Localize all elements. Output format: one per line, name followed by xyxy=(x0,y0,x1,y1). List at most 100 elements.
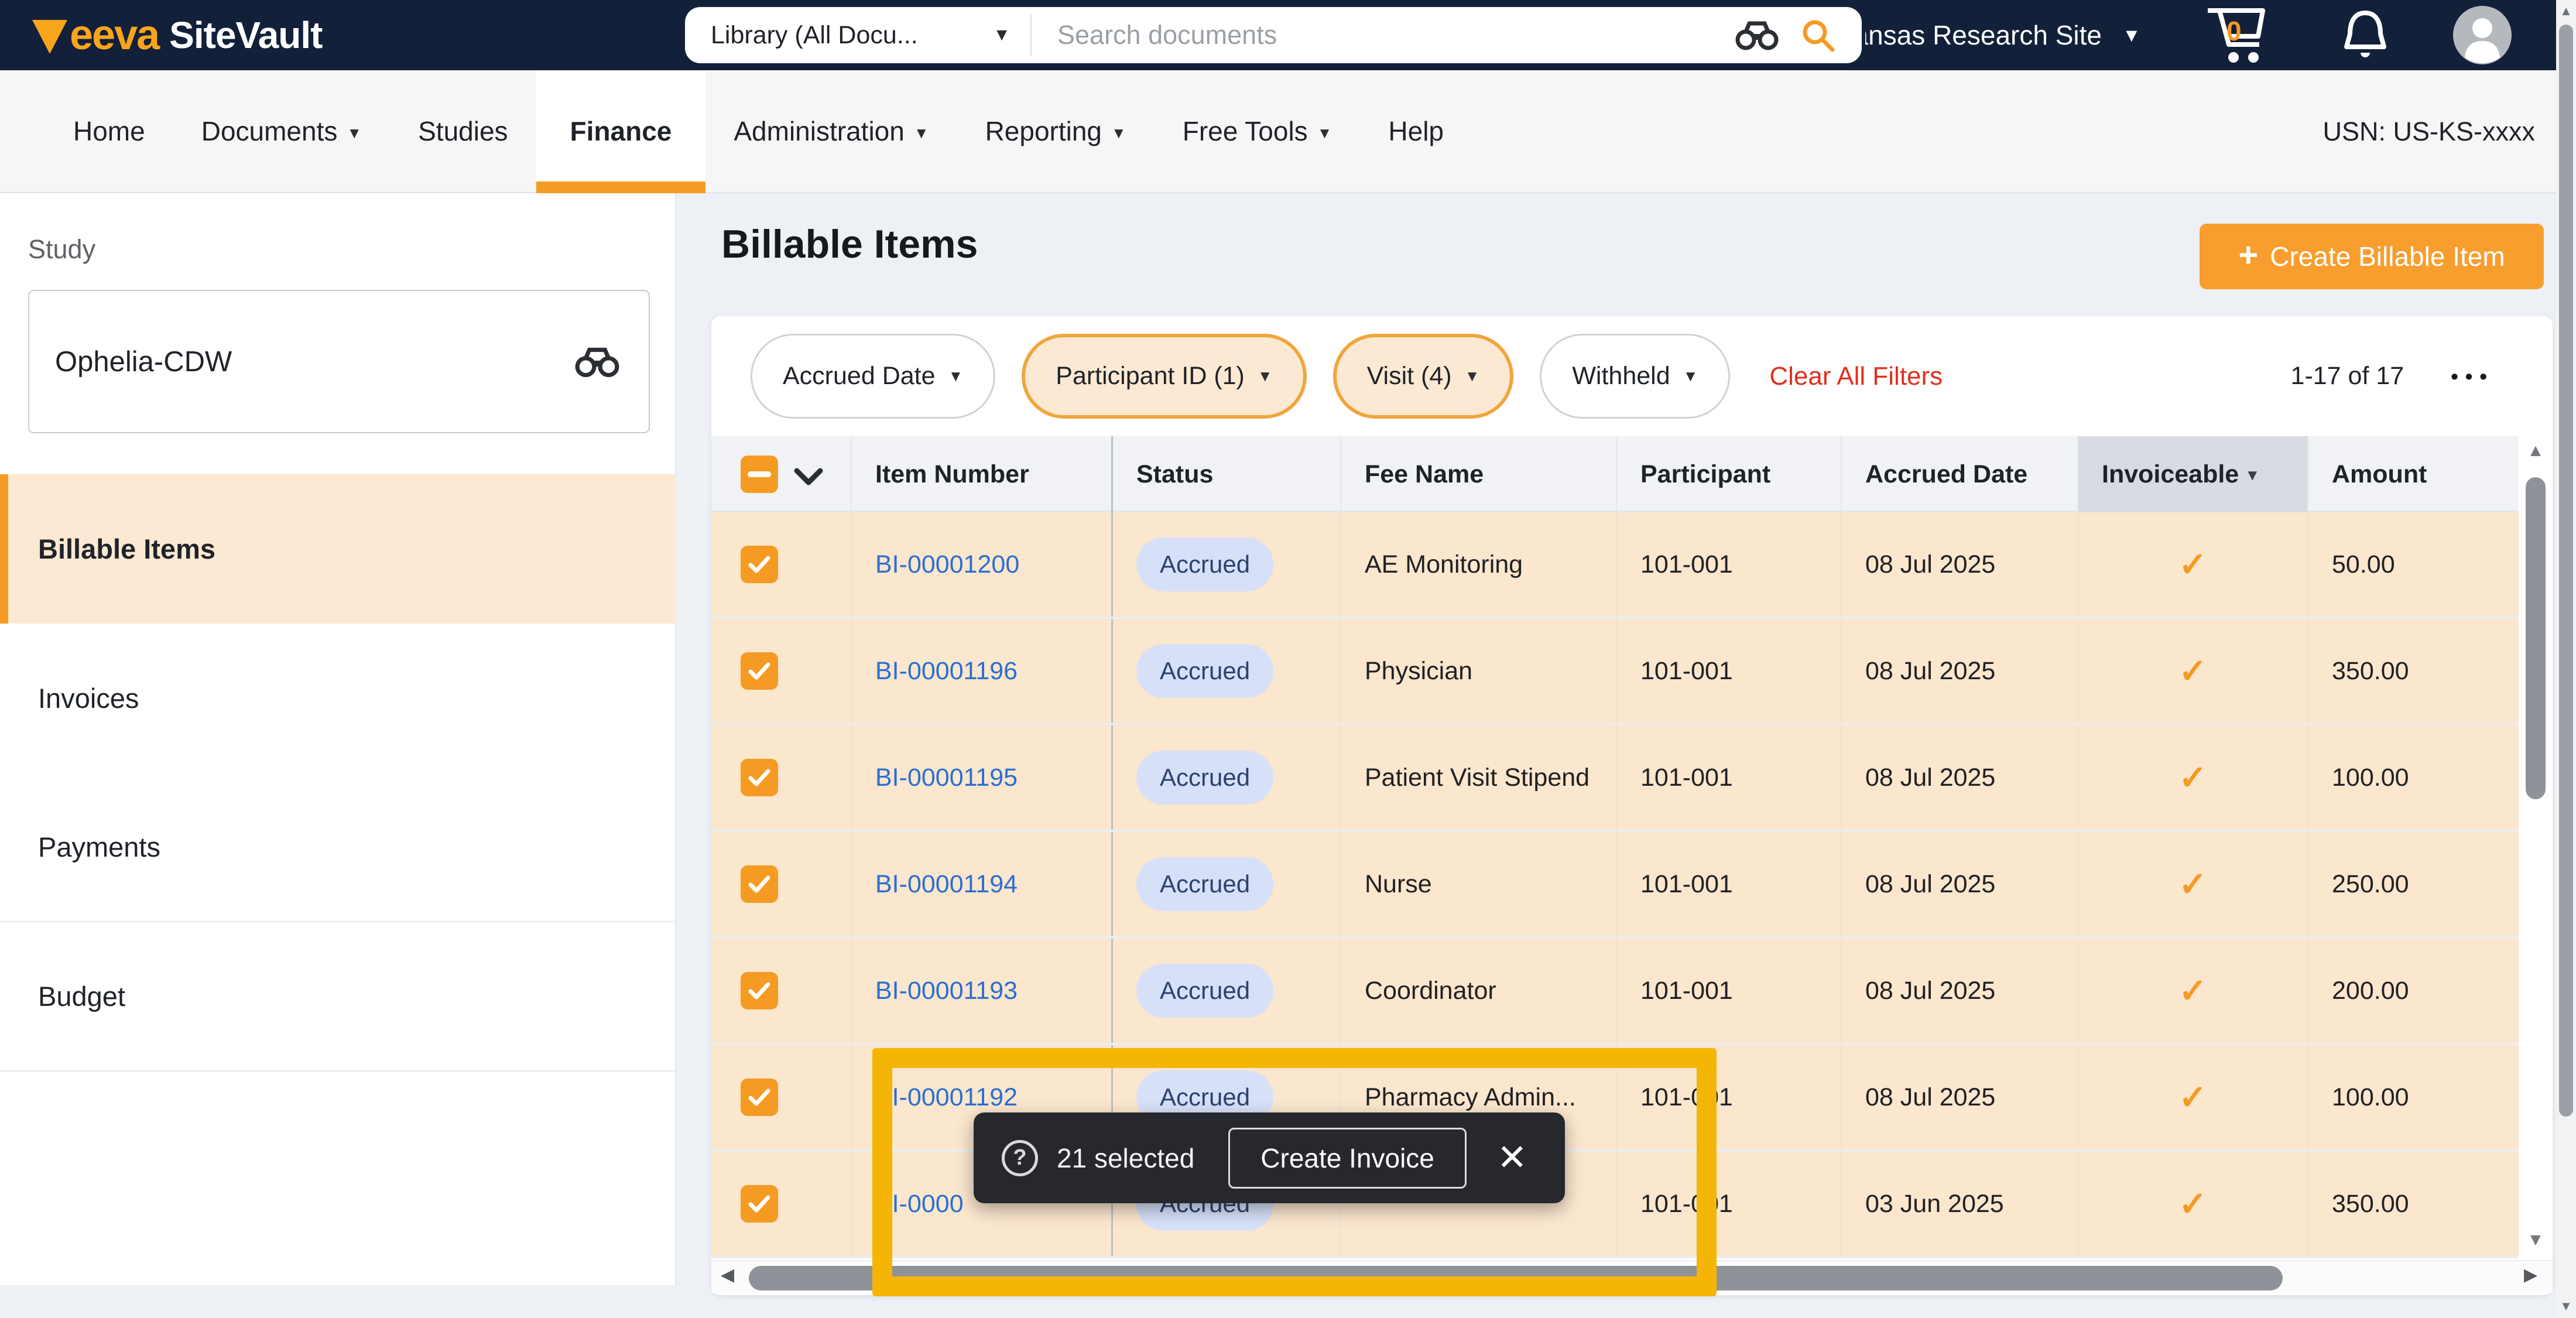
nav-item-administration[interactable]: Administration▼ xyxy=(705,70,957,192)
fee-name: Coordinator xyxy=(1341,939,1617,1043)
table-row[interactable]: BI-00001194 Accrued Nurse 101-001 08 Jul… xyxy=(711,832,2553,939)
veeva-v-icon xyxy=(32,20,67,54)
amount: 350.00 xyxy=(2308,1152,2519,1256)
participant: 101-001 xyxy=(1617,1045,1842,1149)
fee-name: Physician xyxy=(1341,619,1617,723)
column-header-accrued-date[interactable]: Accrued Date xyxy=(1842,436,2078,512)
bell-icon[interactable] xyxy=(2336,8,2395,64)
filter-visit[interactable]: Visit (4)▼ xyxy=(1333,334,1514,419)
scroll-down-icon[interactable]: ▼ xyxy=(2519,1230,2553,1250)
scroll-up-icon[interactable]: ▲ xyxy=(2556,4,2576,19)
table-row[interactable]: BI-00001193 Accrued Coordinator 101-001 … xyxy=(711,939,2553,1045)
scroll-right-icon[interactable]: ▶ xyxy=(2524,1265,2537,1285)
scroll-down-icon[interactable]: ▼ xyxy=(2556,1299,2576,1314)
column-header-status[interactable]: Status xyxy=(1113,436,1341,512)
main-nav: Home Documents▼ Studies Finance Administ… xyxy=(0,70,2576,193)
status-badge: Accrued xyxy=(1136,964,1273,1018)
site-selector-caret-icon[interactable]: ▼ xyxy=(2122,0,2141,70)
horizontal-scroll-thumb[interactable] xyxy=(749,1266,2283,1290)
sidebar-item-payments[interactable]: Payments xyxy=(0,773,676,922)
create-billable-item-button[interactable]: + Create Billable Item xyxy=(2200,224,2544,289)
table-row[interactable]: BI-00001196 Accrued Physician 101-001 08… xyxy=(711,619,2553,725)
column-header-participant[interactable]: Participant xyxy=(1617,436,1842,512)
search-input[interactable] xyxy=(1032,7,1734,63)
nav-item-home[interactable]: Home xyxy=(45,70,173,192)
row-checkbox[interactable] xyxy=(741,1079,778,1116)
top-bar: eeva SiteVault Kansas Research Site ▼ Li… xyxy=(0,0,2576,70)
column-header-amount[interactable]: Amount xyxy=(2308,436,2519,512)
binoculars-icon[interactable] xyxy=(1734,20,1780,50)
cart-count-badge: 0 xyxy=(2226,15,2242,47)
vertical-scroll-thumb[interactable] xyxy=(2526,477,2546,799)
usn-label: USN: US-KS-xxxx xyxy=(2322,70,2535,193)
avatar[interactable] xyxy=(2453,6,2512,64)
accrued-date: 08 Jul 2025 xyxy=(1842,939,2078,1043)
site-selector-label-clipped[interactable]: Kansas Research Site xyxy=(1865,0,2102,70)
veeva-sitevault-logo[interactable]: eeva SiteVault xyxy=(32,0,322,70)
more-options-button[interactable]: ••• xyxy=(2451,364,2494,389)
item-number-link[interactable]: BI-00001194 xyxy=(875,870,1018,899)
table-row[interactable]: BI-00001195 Accrued Patient Visit Stipen… xyxy=(711,725,2553,832)
filter-withheld[interactable]: Withheld▼ xyxy=(1540,334,1730,419)
participant: 101-001 xyxy=(1617,725,1842,830)
item-number-link[interactable]: BI-0000 xyxy=(875,1190,964,1218)
row-checkbox[interactable] xyxy=(741,546,778,583)
table-row[interactable]: BI-00001200 Accrued AE Monitoring 101-00… xyxy=(711,512,2553,619)
nav-item-reporting[interactable]: Reporting▼ xyxy=(957,70,1155,192)
close-icon[interactable]: ✕ xyxy=(1497,1140,1527,1176)
accrued-date: 08 Jul 2025 xyxy=(1842,1045,2078,1149)
participant: 101-001 xyxy=(1617,619,1842,723)
library-scope-select[interactable]: Library (All Docu... ▼ xyxy=(685,7,1030,63)
plus-icon: + xyxy=(2238,235,2258,275)
invoiceable-check-icon: ✓ xyxy=(2178,651,2207,691)
library-scope-value: Library (All Docu... xyxy=(711,21,985,50)
help-icon[interactable]: ? xyxy=(1002,1140,1038,1176)
nav-item-free-tools[interactable]: Free Tools▼ xyxy=(1155,70,1361,192)
column-header-fee-name[interactable]: Fee Name xyxy=(1341,436,1617,512)
chevron-down-icon: ▼ xyxy=(1258,367,1273,385)
site-name: Kansas Research Site xyxy=(1865,0,2102,70)
create-invoice-button[interactable]: Create Invoice xyxy=(1228,1128,1467,1189)
row-checkbox[interactable] xyxy=(741,972,778,1009)
scroll-left-icon[interactable]: ◀ xyxy=(721,1265,734,1285)
item-number-link[interactable]: BI-00001200 xyxy=(875,550,1019,579)
row-checkbox[interactable] xyxy=(741,1185,778,1223)
cart-icon[interactable]: 0 xyxy=(2203,5,2271,66)
item-number-link[interactable]: BI-00001193 xyxy=(875,977,1018,1005)
column-header-invoiceable[interactable]: Invoiceable▾ xyxy=(2078,436,2308,512)
filter-accrued-date[interactable]: Accrued Date▼ xyxy=(751,334,995,419)
item-number-link[interactable]: BI-00001196 xyxy=(875,657,1018,686)
row-checkbox[interactable] xyxy=(741,652,778,690)
table-vertical-scrollbar[interactable]: ▲ ▼ xyxy=(2519,436,2553,1260)
page-scroll-thumb[interactable] xyxy=(2559,25,2573,1117)
select-all-checkbox[interactable] xyxy=(741,456,778,493)
scroll-up-icon[interactable]: ▲ xyxy=(2519,441,2553,461)
sidebar-item-invoices[interactable]: Invoices xyxy=(0,624,676,773)
sidebar-item-billable-items[interactable]: Billable Items xyxy=(0,474,676,624)
amount: 200.00 xyxy=(2308,939,2519,1043)
table-horizontal-scrollbar[interactable]: ◀ ▶ xyxy=(711,1260,2553,1293)
sidebar-item-budget[interactable]: Budget xyxy=(0,922,676,1071)
nav-item-finance[interactable]: Finance xyxy=(536,70,706,192)
nav-item-help[interactable]: Help xyxy=(1360,70,1472,192)
item-number-link[interactable]: BI-00001192 xyxy=(875,1083,1018,1112)
column-header-item-number[interactable]: Item Number xyxy=(852,436,1113,512)
amount: 350.00 xyxy=(2308,619,2519,723)
item-number-link[interactable]: BI-00001195 xyxy=(875,764,1018,792)
clear-all-filters-link[interactable]: Clear All Filters xyxy=(1769,362,1943,391)
status-badge: Accrued xyxy=(1136,538,1273,591)
row-checkbox[interactable] xyxy=(741,865,778,903)
study-search-field xyxy=(28,290,650,433)
binoculars-icon[interactable] xyxy=(574,346,621,378)
row-checkbox[interactable] xyxy=(741,759,778,796)
search-icon[interactable] xyxy=(1800,17,1836,53)
amount: 250.00 xyxy=(2308,832,2519,936)
page-scrollbar[interactable]: ▲ ▼ xyxy=(2556,0,2576,1318)
table-header: Item Number Status Fee Name Participant … xyxy=(711,436,2553,512)
filter-participant-id[interactable]: Participant ID (1)▼ xyxy=(1022,334,1306,419)
selection-menu-chevron-icon[interactable] xyxy=(793,467,824,486)
chevron-down-icon: ▼ xyxy=(914,124,929,142)
nav-item-studies[interactable]: Studies xyxy=(390,70,536,192)
nav-item-documents[interactable]: Documents▼ xyxy=(173,70,390,192)
study-input[interactable] xyxy=(29,345,574,378)
